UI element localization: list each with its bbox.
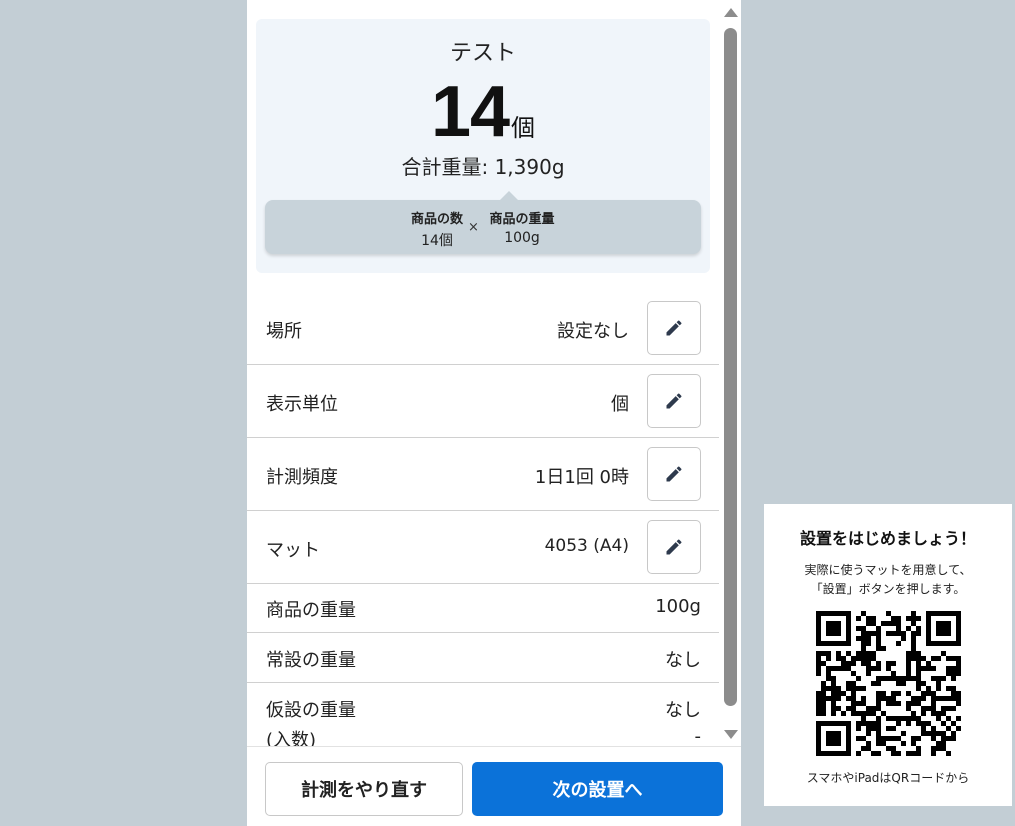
edit-unit-button[interactable]	[647, 374, 701, 428]
setting-row-frequency: 計測頻度 1日1回 0時	[247, 438, 719, 511]
detail-label: 商品の重量	[266, 600, 356, 621]
detail-value: 100g	[655, 596, 701, 617]
detail-label: 常設の重量	[266, 650, 356, 671]
edit-location-button[interactable]	[647, 301, 701, 355]
count-unit: 個	[511, 114, 536, 142]
detail-value: なし	[665, 700, 701, 721]
detail-value-sub: -	[694, 726, 702, 747]
next-setup-button[interactable]: 次の設置へ	[472, 762, 723, 816]
setup-desc-line1: 実際に使うマットを用意して、	[804, 563, 972, 577]
setting-label: マット	[266, 540, 320, 561]
item-name: テスト	[449, 41, 516, 66]
setting-row-mat: マット 4053 (A4)	[247, 511, 719, 584]
pencil-icon	[666, 320, 682, 336]
retry-measure-button[interactable]: 計測をやり直す	[265, 762, 463, 816]
setting-label: 場所	[266, 321, 302, 342]
scroll-thumb[interactable]	[724, 28, 737, 706]
setting-row-unit: 表示単位 個	[247, 365, 719, 438]
formula-count-value: 14個	[421, 233, 453, 249]
count-display: 14個	[256, 71, 710, 153]
setting-label: 計測頻度	[266, 467, 338, 488]
pencil-icon	[666, 466, 682, 482]
detail-label: 仮設の重量	[266, 700, 356, 721]
formula-times: ×	[468, 220, 479, 235]
setting-value: 個	[611, 394, 629, 415]
formula-caret	[500, 191, 518, 200]
scrollbar[interactable]	[720, 0, 741, 746]
detail-value: なし	[665, 650, 701, 671]
setting-value: 設定なし	[557, 321, 629, 342]
formula-count: 商品の数 14個	[397, 208, 477, 250]
setup-description: 実際に使うマットを用意して、 「設置」ボタンを押します。	[764, 561, 1012, 599]
formula-weight-value: 100g	[504, 230, 540, 246]
main-panel: テスト 14個 合計重量: 1,390g 商品の数 14個 × 商品の重量 10…	[247, 0, 741, 826]
pencil-icon	[666, 539, 682, 555]
detail-row-fixed-weight: 常設の重量 なし	[247, 633, 719, 683]
scroll-down-arrow[interactable]	[724, 730, 738, 739]
summary-card: テスト 14個 合計重量: 1,390g 商品の数 14個 × 商品の重量 10…	[256, 19, 710, 273]
setup-title: 設置をはじめましょう！	[799, 529, 976, 548]
setting-label: 表示単位	[266, 394, 338, 415]
setup-desc-line2: 「設置」ボタンを押します。	[810, 582, 966, 596]
formula-weight: 商品の重量 100g	[479, 208, 565, 246]
qr-code	[816, 611, 961, 756]
formula-weight-label: 商品の重量	[489, 212, 555, 227]
formula-box: 商品の数 14個 × 商品の重量 100g	[265, 191, 701, 254]
pencil-icon	[666, 393, 682, 409]
edit-mat-button[interactable]	[647, 520, 701, 574]
footer-actions: 計測をやり直す 次の設置へ	[247, 746, 741, 826]
qr-caption: スマホやiPadはQRコードから	[806, 771, 970, 785]
scroll-up-arrow[interactable]	[724, 8, 738, 17]
setting-row-location: 場所 設定なし	[247, 292, 719, 365]
edit-frequency-button[interactable]	[647, 447, 701, 501]
formula-count-label: 商品の数	[410, 212, 463, 227]
setup-card: 設置をはじめましょう！ 実際に使うマットを用意して、 「設置」ボタンを押します。…	[764, 504, 1012, 806]
setting-value: 4053 (A4)	[544, 536, 629, 556]
detail-row-item-weight: 商品の重量 100g	[247, 584, 719, 633]
setting-value: 1日1回 0時	[534, 467, 629, 488]
count-value: 14	[430, 72, 510, 152]
total-weight: 合計重量: 1,390g	[401, 155, 565, 179]
